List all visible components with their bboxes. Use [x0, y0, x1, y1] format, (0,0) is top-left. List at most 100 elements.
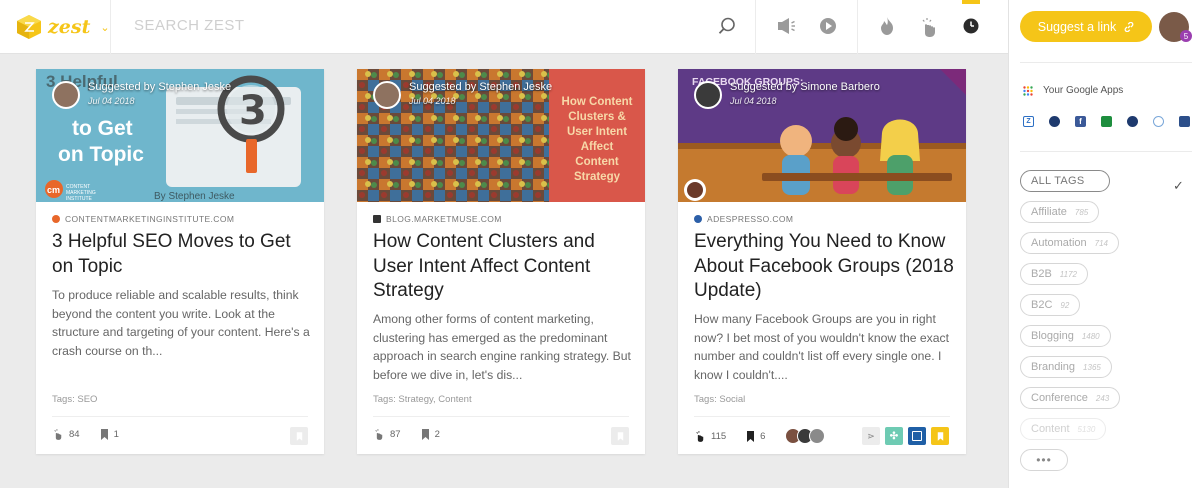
source-label: CONTENTMARKETINGINSTITUTE.COM: [65, 214, 235, 224]
tag-count: 92: [1060, 300, 1070, 310]
more-tags-button[interactable]: •••: [1020, 449, 1068, 471]
clock-icon[interactable]: [960, 15, 982, 37]
tag-name: Branding: [1031, 361, 1076, 373]
svg-text:3: 3: [239, 88, 267, 134]
share-icon[interactable]: ⋗: [862, 427, 880, 445]
article-thumbnail[interactable]: How Content Clusters & User Intent Affec…: [357, 69, 645, 202]
tag-filter[interactable]: Conference 243: [1020, 387, 1121, 409]
tag-filter[interactable]: Automation 714: [1020, 232, 1120, 254]
article-card[interactable]: 3 3 Helpful to Get on Topic cm CONTENT M…: [36, 69, 324, 454]
zest-cube-icon: [17, 15, 41, 39]
tag-count: 243: [1095, 393, 1110, 403]
save-button[interactable]: [290, 427, 308, 445]
article-thumbnail[interactable]: 3 3 Helpful to Get on Topic cm CONTENT M…: [36, 69, 324, 202]
notification-badge[interactable]: 5: [1180, 30, 1192, 42]
chevron-down-icon[interactable]: ⌄: [100, 21, 109, 34]
suggested-by: Suggested by Stephen Jeske Jul 04 2018: [52, 81, 231, 109]
flame-icon[interactable]: [876, 15, 898, 37]
article-title[interactable]: How Content Clusters and User Intent Aff…: [373, 230, 635, 304]
tag-filter[interactable]: Branding 1365: [1020, 356, 1112, 378]
suggested-by: Suggested by Stephen Jeske Jul 04 2018: [373, 81, 552, 109]
app-icon[interactable]: [1153, 116, 1164, 127]
article-tags: Tags: Social: [694, 394, 745, 405]
card-footer: 84 1: [52, 428, 119, 441]
avatar[interactable]: [809, 428, 826, 444]
svg-text:Clusters &: Clusters &: [568, 111, 626, 123]
save-button[interactable]: [931, 427, 949, 445]
app-icon[interactable]: [1179, 116, 1190, 127]
play-icon[interactable]: [817, 15, 839, 37]
trello-icon[interactable]: [908, 427, 926, 445]
tag-count: 5130: [1077, 424, 1096, 434]
tag-filter[interactable]: Content 5130: [1020, 418, 1107, 440]
clap-icon[interactable]: [52, 428, 64, 441]
google-apps-list: Z f: [1023, 116, 1190, 127]
tag-count: 1172: [1059, 269, 1077, 279]
avatar[interactable]: [694, 81, 722, 109]
source-domain[interactable]: CONTENTMARKETINGINSTITUTE.COM: [52, 214, 234, 224]
tag-link[interactable]: Strategy, Content: [398, 394, 471, 405]
slack-icon[interactable]: ✣: [885, 427, 903, 445]
save-button[interactable]: [611, 427, 629, 445]
tag-name: Automation: [1031, 237, 1087, 249]
source-domain[interactable]: BLOG.MARKETMUSE.COM: [373, 214, 502, 224]
bookmark-icon[interactable]: [421, 429, 430, 440]
app-icon[interactable]: Z: [1023, 116, 1034, 127]
article-card[interactable]: FACEBOOK GROUPS: Suggested by Simone Bar…: [678, 69, 966, 454]
article-card[interactable]: How Content Clusters & User Intent Affec…: [357, 69, 645, 454]
app-icon[interactable]: [1127, 116, 1138, 127]
tag-filter-all[interactable]: ALL TAGS: [1020, 170, 1110, 192]
divider: [1020, 151, 1192, 152]
source-favicon-icon: [694, 215, 702, 223]
clap-icon[interactable]: [694, 430, 706, 443]
article-description: Among other forms of content marketing, …: [373, 312, 631, 382]
zest-logo[interactable]: zest ⌄: [16, 14, 110, 40]
divider: [373, 416, 629, 417]
apps-grid-icon[interactable]: [1023, 85, 1033, 96]
tag-filter[interactable]: B2B 1172: [1020, 263, 1088, 285]
article-tags: Tags: Strategy, Content: [373, 394, 472, 405]
bookmark-icon[interactable]: [100, 429, 109, 440]
tag-link[interactable]: SEO: [77, 394, 97, 405]
sheets-icon[interactable]: [1101, 116, 1112, 127]
clap-icon[interactable]: [918, 15, 940, 39]
avatar[interactable]: [52, 81, 80, 109]
tag-count: 785: [1074, 207, 1089, 217]
tag-link[interactable]: Social: [719, 394, 745, 405]
article-title[interactable]: Everything You Need to Know About Facebo…: [694, 230, 956, 304]
article-thumbnail[interactable]: FACEBOOK GROUPS: Suggested by Simone Bar…: [678, 69, 966, 202]
search-input[interactable]: [134, 17, 694, 34]
tag-name: Blogging: [1031, 330, 1074, 342]
link-icon: [1124, 21, 1134, 32]
avatar[interactable]: [373, 81, 401, 109]
tag-name: ALL TAGS: [1031, 175, 1085, 187]
svg-text:cm: cm: [47, 185, 60, 195]
tag-filter[interactable]: B2C 92: [1020, 294, 1081, 316]
divider: [694, 416, 950, 417]
source-favicon-icon: [373, 215, 381, 223]
tags-label: Tags:: [373, 394, 396, 405]
bookmark-icon[interactable]: [746, 430, 755, 442]
source-domain[interactable]: ADESPRESSO.COM: [694, 214, 793, 224]
logo-text: zest: [48, 16, 91, 38]
share-actions: ⋗ ✣: [862, 427, 949, 445]
search-icon[interactable]: [717, 16, 737, 36]
bookmark-icon: [296, 431, 302, 441]
card-footer: 115 6: [694, 428, 826, 444]
tag-name: B2C: [1031, 299, 1053, 311]
svg-text:Affect: Affect: [581, 141, 614, 153]
suggest-link-label: Suggest a link: [1037, 19, 1117, 34]
facebook-icon[interactable]: f: [1075, 116, 1086, 127]
tag-filter[interactable]: Blogging 1480: [1020, 325, 1111, 347]
app-icon[interactable]: [1049, 116, 1060, 127]
svg-text:How Content: How Content: [562, 96, 633, 108]
suggest-link-button[interactable]: Suggest a link: [1020, 11, 1152, 42]
article-description: To produce reliable and scalable results…: [52, 288, 310, 358]
svg-text:Strategy: Strategy: [574, 171, 621, 183]
tag-filter[interactable]: Affiliate 785: [1020, 201, 1100, 223]
megaphone-icon[interactable]: [775, 15, 797, 37]
article-title[interactable]: 3 Helpful SEO Moves to Get on Topic: [52, 230, 314, 279]
tag-count: 1365: [1083, 362, 1101, 372]
save-count: 1: [113, 429, 119, 440]
clap-icon[interactable]: [373, 428, 385, 441]
